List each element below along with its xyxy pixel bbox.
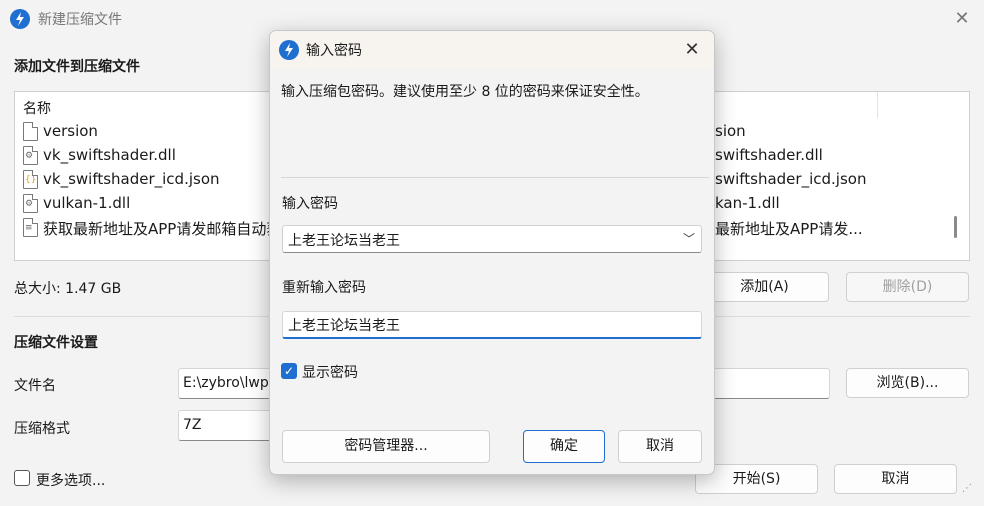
file-name: vk_swiftshader_icd.json [43, 170, 220, 188]
more-options-checkbox[interactable] [14, 470, 30, 486]
total-size-label: 总大小: 1.47 GB [14, 281, 122, 297]
file-name-overflow: sion [715, 122, 746, 140]
add-files-section-label: 添加文件到压缩文件 [14, 59, 140, 75]
browse-button[interactable]: 浏览(B)... [846, 368, 969, 398]
column-separator[interactable] [877, 92, 878, 118]
format-label: 压缩格式 [14, 421, 70, 437]
file-name: vulkan-1.dll [43, 194, 131, 212]
password-dialog: 输入密码 ✕ 输入压缩包密码。建议使用至少 8 位的密码来保证安全性。 输入密码… [269, 30, 715, 475]
show-password-label[interactable]: 显示密码 [302, 362, 358, 382]
file-name-overflow: swiftshader_icd.json [715, 170, 867, 188]
reenter-password-label: 重新输入密码 [282, 280, 366, 296]
main-close-icon[interactable]: ✕ [950, 8, 974, 30]
dialog-title: 输入密码 [306, 43, 362, 59]
password-label: 输入密码 [282, 196, 338, 212]
app-logo-icon [10, 9, 30, 29]
dialog-cancel-button[interactable]: 取消 [618, 430, 702, 463]
file-icon [23, 122, 38, 141]
file-name: vk_swiftshader.dll [43, 146, 176, 164]
file-name-overflow: kan-1.dll [715, 194, 780, 212]
resize-grip-icon[interactable]: ⋰ [962, 484, 978, 502]
app-logo-icon [279, 40, 299, 60]
filename-label: 文件名 [14, 378, 56, 394]
file-name-overflow: swiftshader.dll [715, 146, 823, 164]
add-button[interactable]: 添加(A) [700, 272, 829, 302]
dll-file-icon: ⚙ [23, 194, 38, 213]
dialog-close-icon[interactable]: ✕ [680, 39, 704, 61]
delete-button[interactable]: 删除(D) [846, 272, 969, 302]
reenter-password-input[interactable] [282, 311, 702, 339]
dialog-divider [281, 177, 709, 178]
password-hint: 输入压缩包密码。建议使用至少 8 位的密码来保证安全性。 [281, 84, 649, 100]
main-cancel-button[interactable]: 取消 [834, 464, 957, 494]
password-value: 上老王论坛当老王 [288, 233, 400, 249]
show-password-checkbox[interactable]: ✓ [281, 363, 297, 379]
password-manager-button[interactable]: 密码管理器... [282, 430, 490, 463]
settings-section-label: 压缩文件设置 [14, 335, 98, 351]
more-options-label[interactable]: 更多选项... [36, 470, 105, 490]
dialog-titlebar[interactable]: 输入密码 ✕ [270, 31, 714, 69]
password-combobox[interactable]: 上老王论坛当老王 ﹀ [282, 225, 702, 253]
file-list-scrollbar[interactable] [954, 216, 957, 238]
ok-button[interactable]: 确定 [523, 430, 605, 463]
json-file-icon: {} [23, 170, 38, 189]
dll-file-icon: ⚙ [23, 146, 38, 165]
file-name: 获取最新地址及APP请发邮箱自动获 [43, 220, 282, 238]
main-window-title: 新建压缩文件 [38, 12, 122, 28]
file-name: version [43, 122, 98, 140]
chevron-down-icon[interactable]: ﹀ [683, 230, 695, 247]
file-name-overflow: 最新地址及APP请发... [715, 220, 863, 238]
text-file-icon: ≡ [23, 218, 38, 237]
column-header-name[interactable]: 名称 [23, 98, 51, 118]
